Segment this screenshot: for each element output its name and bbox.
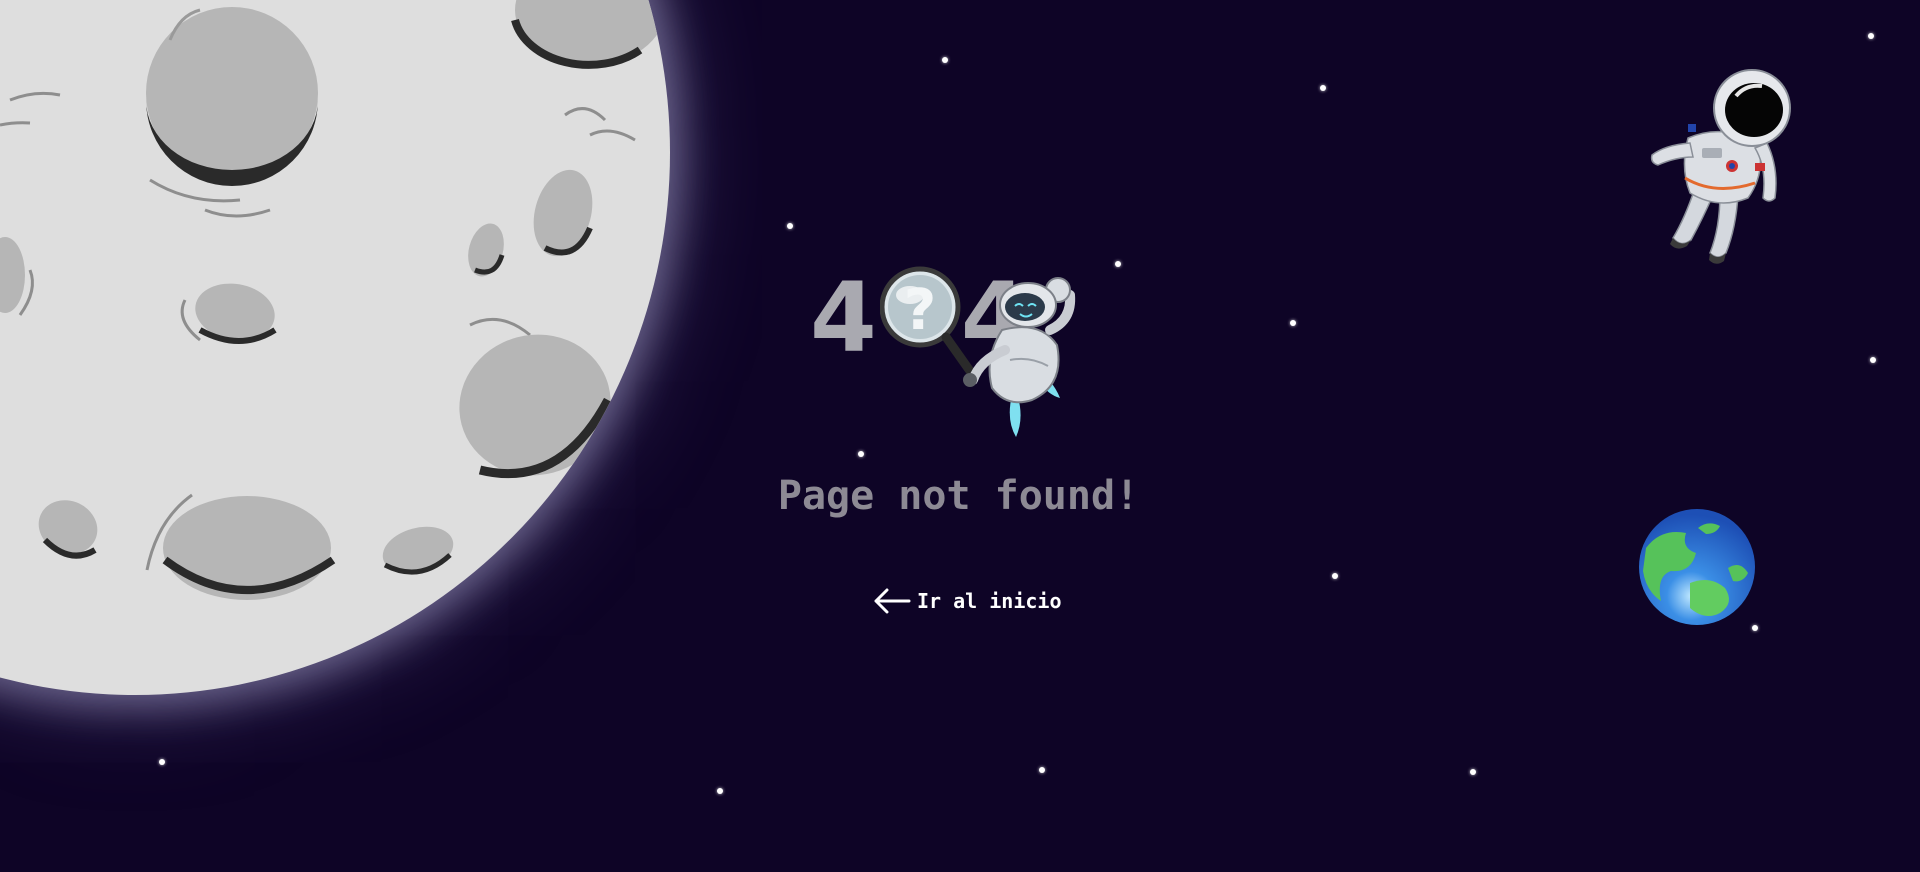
arrow-left-icon <box>874 588 911 614</box>
not-found-scene: 44 ? Page not found! Ir al inicio <box>0 0 1920 872</box>
star-icon <box>1332 573 1338 579</box>
star-icon <box>1470 769 1476 775</box>
error-code-first-digit: 4 <box>810 262 879 374</box>
earth-icon <box>1639 509 1755 625</box>
star-icon <box>159 759 165 765</box>
star-icon <box>1870 357 1876 363</box>
star-icon <box>942 57 948 63</box>
star-icon <box>717 788 723 794</box>
moon-icon <box>0 0 670 695</box>
go-home-label: Ir al inicio <box>917 589 1062 613</box>
go-home-link[interactable]: Ir al inicio <box>873 588 1062 614</box>
star-icon <box>1868 33 1874 39</box>
star-icon <box>1039 767 1045 773</box>
robot-icon <box>963 277 1076 437</box>
error-message: Page not found! <box>777 473 1140 519</box>
moon-craters <box>0 0 665 600</box>
star-icon <box>787 223 793 229</box>
svg-text:?: ? <box>904 278 936 343</box>
astronaut-icon <box>1650 69 1791 264</box>
star-icon <box>1290 320 1296 326</box>
error-message-row: Page not found! <box>0 473 1920 519</box>
star-icon <box>858 451 864 457</box>
star-icon <box>1320 85 1326 91</box>
error-illustration: 44 ? <box>800 265 1130 445</box>
